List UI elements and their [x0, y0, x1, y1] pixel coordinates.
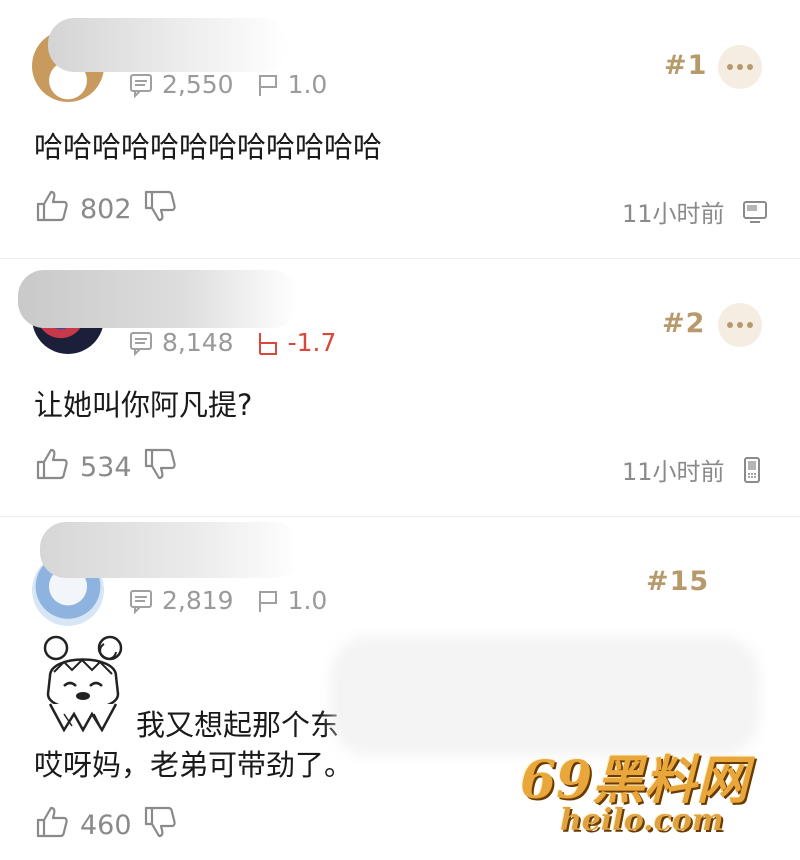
reply-count: 2,819	[162, 586, 234, 615]
comment-item: 2,550 1.0 #1 哈哈哈哈哈哈哈哈哈哈哈哈 802 11小时前	[0, 0, 800, 258]
anime-girl-sticker	[34, 634, 132, 733]
thumbs-down-icon[interactable]	[142, 804, 178, 847]
comment-meta: 2,550 1.0	[128, 70, 327, 99]
comment-actions: 534	[34, 446, 178, 489]
comment-actions: 460	[34, 804, 178, 847]
post-time: 11小时前	[622, 194, 769, 229]
thumbs-up-icon[interactable]	[34, 804, 70, 847]
floor-rank: #15	[646, 566, 710, 597]
thumbs-up-icon[interactable]	[34, 188, 70, 231]
dot	[737, 322, 743, 328]
reply-count-icon	[128, 330, 154, 356]
floor-rank: #1	[664, 50, 708, 81]
comment-text-line2: 哎呀妈，老弟可带劲了。	[34, 748, 354, 782]
desktop-icon	[741, 199, 769, 225]
username-blurred	[18, 270, 298, 328]
thumbs-down-icon[interactable]	[142, 446, 178, 489]
more-options-button[interactable]	[718, 45, 762, 89]
watermark-brand: 69黑料网	[520, 750, 749, 811]
level-value: 1.0	[287, 70, 328, 99]
post-time: 11小时前	[622, 452, 763, 487]
username-blurred	[48, 18, 288, 72]
like-count: 802	[80, 194, 132, 225]
comment-meta: 2,819 1.0	[128, 586, 327, 615]
floor-rank: #2	[662, 308, 706, 339]
time-text: 11小时前	[622, 458, 725, 486]
watermark-url: heilo.com	[560, 803, 724, 838]
comment-text: 哈哈哈哈哈哈哈哈哈哈哈哈	[34, 130, 383, 164]
thumbs-up-icon[interactable]	[34, 446, 70, 489]
dot	[727, 64, 733, 70]
dot	[747, 322, 753, 328]
more-options-button[interactable]	[718, 303, 762, 347]
reply-count: 2,550	[162, 70, 234, 99]
dot	[737, 64, 743, 70]
dot	[727, 322, 733, 328]
dot	[747, 64, 753, 70]
reply-count: 8,148	[162, 328, 234, 357]
username-blurred	[40, 522, 300, 578]
comment-meta: 8,148 -1.7	[128, 328, 336, 357]
reply-count-icon	[128, 72, 154, 98]
reply-count-icon	[128, 588, 154, 614]
comment-text-line1: 我又想起那个东	[136, 708, 340, 742]
flag-icon	[256, 72, 280, 98]
level-value: 1.0	[287, 586, 328, 615]
comment-actions: 802	[34, 188, 178, 231]
like-count: 460	[80, 810, 132, 841]
flag-icon	[256, 588, 280, 614]
comment-text: 让她叫你阿凡提?	[34, 388, 253, 422]
like-count: 534	[80, 452, 132, 483]
flag-icon	[256, 330, 280, 356]
site-watermark: 69黑料网 heilo.com	[520, 738, 748, 838]
phone-icon	[741, 456, 763, 484]
time-text: 11小时前	[622, 200, 725, 228]
comment-item: 8,148 -1.7 #2 让她叫你阿凡提? 534 11小时前	[0, 258, 800, 516]
level-value: -1.7	[287, 328, 337, 357]
thumbs-down-icon[interactable]	[142, 188, 178, 231]
